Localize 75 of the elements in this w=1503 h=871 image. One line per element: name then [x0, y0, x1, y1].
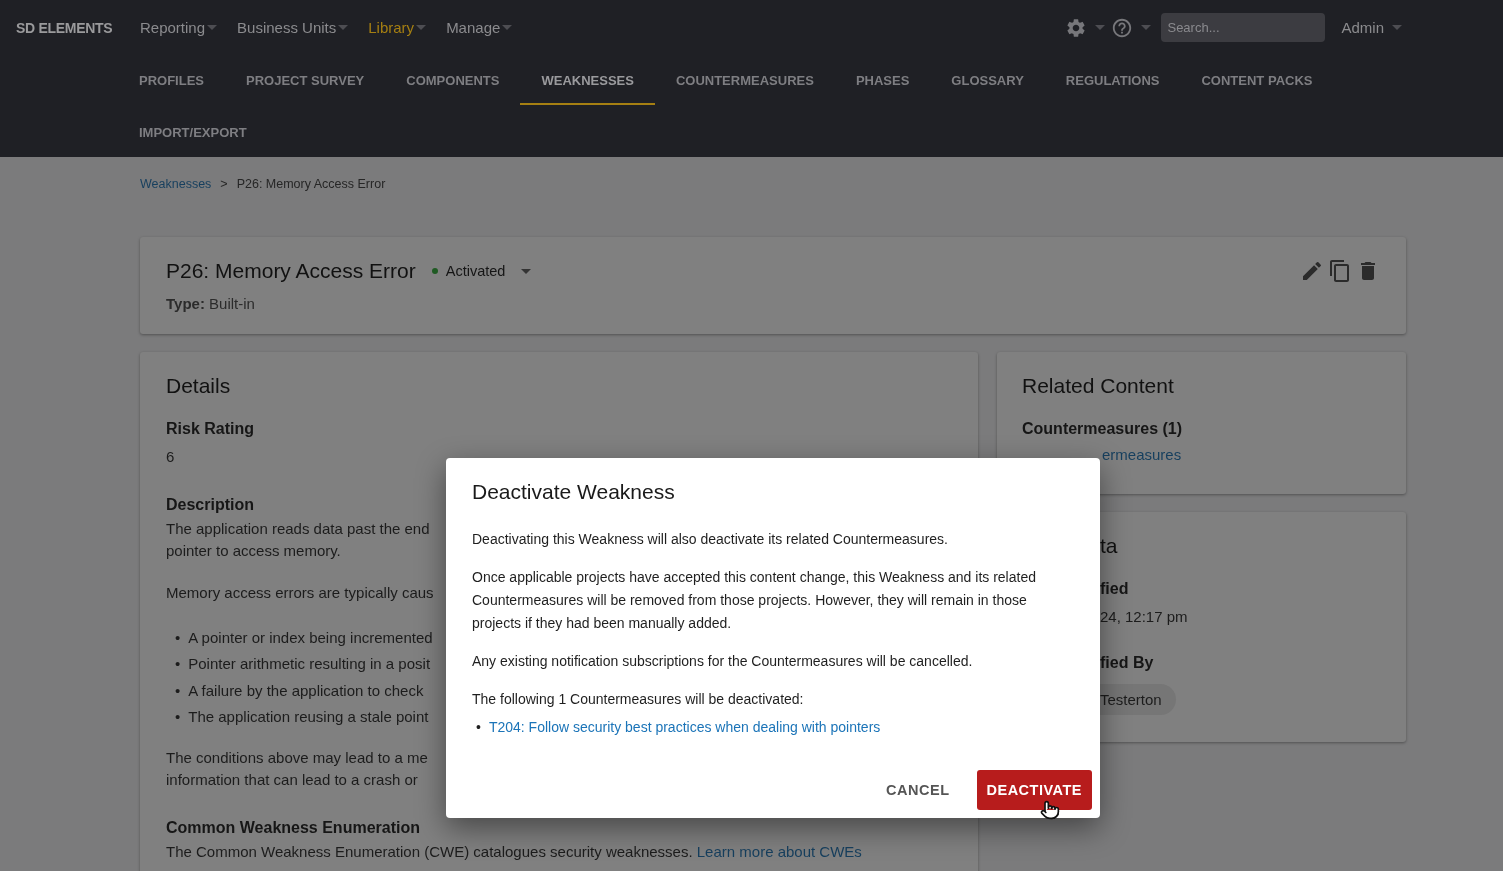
description-text: Memory access errors are typically caus	[166, 583, 434, 603]
caret-icon	[207, 25, 218, 30]
cwe-link[interactable]: Learn more about CWEs	[696, 843, 862, 860]
bullet-item: A failure by the application to check	[188, 681, 424, 699]
breadcrumb-link[interactable]: Weaknesses	[140, 177, 212, 237]
caret-icon	[502, 25, 513, 30]
tab[interactable]: CONTENT PACKS	[1180, 55, 1334, 105]
caret-icon	[338, 25, 349, 30]
bullet-item: The application reusing a stale point	[188, 708, 429, 726]
copy-icon[interactable]	[1328, 259, 1352, 283]
search-field[interactable]: Search...	[1161, 13, 1326, 42]
page-title: P26: Memory Access Error	[166, 259, 416, 283]
description-text: information that can lead to a crash or	[166, 770, 418, 790]
field-label: Countermeasures (1)	[1022, 420, 1184, 438]
caret-icon	[416, 25, 427, 30]
dialog-text: The following 1 Countermeasures will be deactivated:	[472, 690, 805, 709]
nav-menu[interactable]: Business Units	[237, 19, 349, 36]
description-text: The application reads data past the end	[166, 519, 430, 539]
tab[interactable]: COUNTERMEASURES	[654, 55, 835, 105]
cancel-button[interactable]: CANCEL	[876, 770, 960, 810]
card-title: Related Content	[1022, 374, 1175, 398]
caret-icon	[1141, 25, 1152, 30]
nav-menu[interactable]: Reporting	[140, 19, 218, 36]
tab[interactable]: GLOSSARY	[930, 55, 1045, 105]
dialog-text: Deactivating this Weakness will also deactivate its related Countermeasures.	[472, 530, 949, 549]
field-value: 6	[166, 447, 175, 467]
edit-icon[interactable]	[1300, 259, 1324, 283]
countermeasure-link[interactable]: T204: Follow security best practices when dealing with pointers	[488, 716, 881, 739]
help-icon	[1111, 16, 1134, 39]
tab[interactable]: PHASES	[834, 55, 931, 105]
settings-menu[interactable]	[1065, 16, 1106, 39]
field-label: Description	[166, 496, 255, 514]
tab[interactable]: PROFILES	[118, 55, 225, 105]
tab[interactable]: COMPONENTS	[385, 55, 521, 105]
dialog-text: Once applicable projects have accepted this content change, this Weakness and its related Countermeasures will be removed from those projects. However, they will remain in those projects if they had been manually added.	[472, 568, 1037, 633]
help-menu[interactable]	[1111, 16, 1152, 39]
tab[interactable]: PROJECT SURVEY	[225, 55, 386, 105]
user-menu[interactable]: Admin	[1341, 19, 1402, 36]
field-value: 24, 12:17 pm	[1100, 607, 1188, 627]
description-text: pointer to access memory.	[166, 541, 341, 561]
caret-icon	[1095, 25, 1106, 30]
bullet-marker: •	[476, 718, 481, 737]
field-label: Common Weakness Enumeration	[166, 819, 421, 837]
bullet-marker: •	[175, 681, 181, 699]
user-chip: Testerton	[1100, 684, 1176, 715]
breadcrumb-current: P26: Memory Access Error	[236, 177, 386, 193]
bullet-marker: •	[175, 708, 181, 726]
countermeasures-link[interactable]: ermeasures	[1102, 446, 1182, 463]
dialog-text: Any existing notification subscriptions for the Countermeasures will be cancelled.	[472, 652, 974, 671]
status-dot	[431, 268, 438, 274]
card-title: Details	[166, 374, 232, 398]
tab[interactable]: IMPORT/EXPORT	[118, 107, 268, 157]
type-text: Type: Built-in	[166, 295, 256, 312]
caret-icon	[521, 268, 532, 274]
field-label: Risk Rating	[166, 420, 255, 438]
tab[interactable]: WEAKNESSES	[520, 55, 655, 105]
tab[interactable]: REGULATIONS	[1044, 55, 1181, 105]
nav-menu[interactable]: Manage	[446, 19, 513, 36]
deactivate-button[interactable]: DEACTIVATE	[976, 770, 1092, 810]
status-dropdown[interactable]: Activated	[431, 263, 532, 279]
field-label: fied	[1100, 580, 1130, 598]
bullet-marker: •	[175, 628, 181, 646]
field-label: fied By	[1100, 654, 1155, 672]
bullet-item: Pointer arithmetic resulting in a posit	[188, 655, 431, 673]
description-text: The conditions above may lead to a me	[166, 748, 428, 768]
bullet-item: A pointer or index being incremented	[188, 628, 433, 646]
card-title: ta	[1100, 534, 1119, 558]
settings-icon	[1065, 16, 1088, 39]
nav-menu[interactable]: Library	[368, 19, 427, 36]
bullet-marker: •	[175, 655, 181, 673]
logo[interactable]: SD ELEMENTS	[16, 19, 140, 36]
breadcrumb-separator: >	[220, 177, 228, 193]
dialog-title: Deactivate Weakness	[472, 480, 676, 504]
caret-icon	[1392, 25, 1402, 30]
cwe-text: The Common Weakness Enumeration (CWE) catalogues security weaknesses. Learn more about CWEs	[166, 842, 862, 862]
